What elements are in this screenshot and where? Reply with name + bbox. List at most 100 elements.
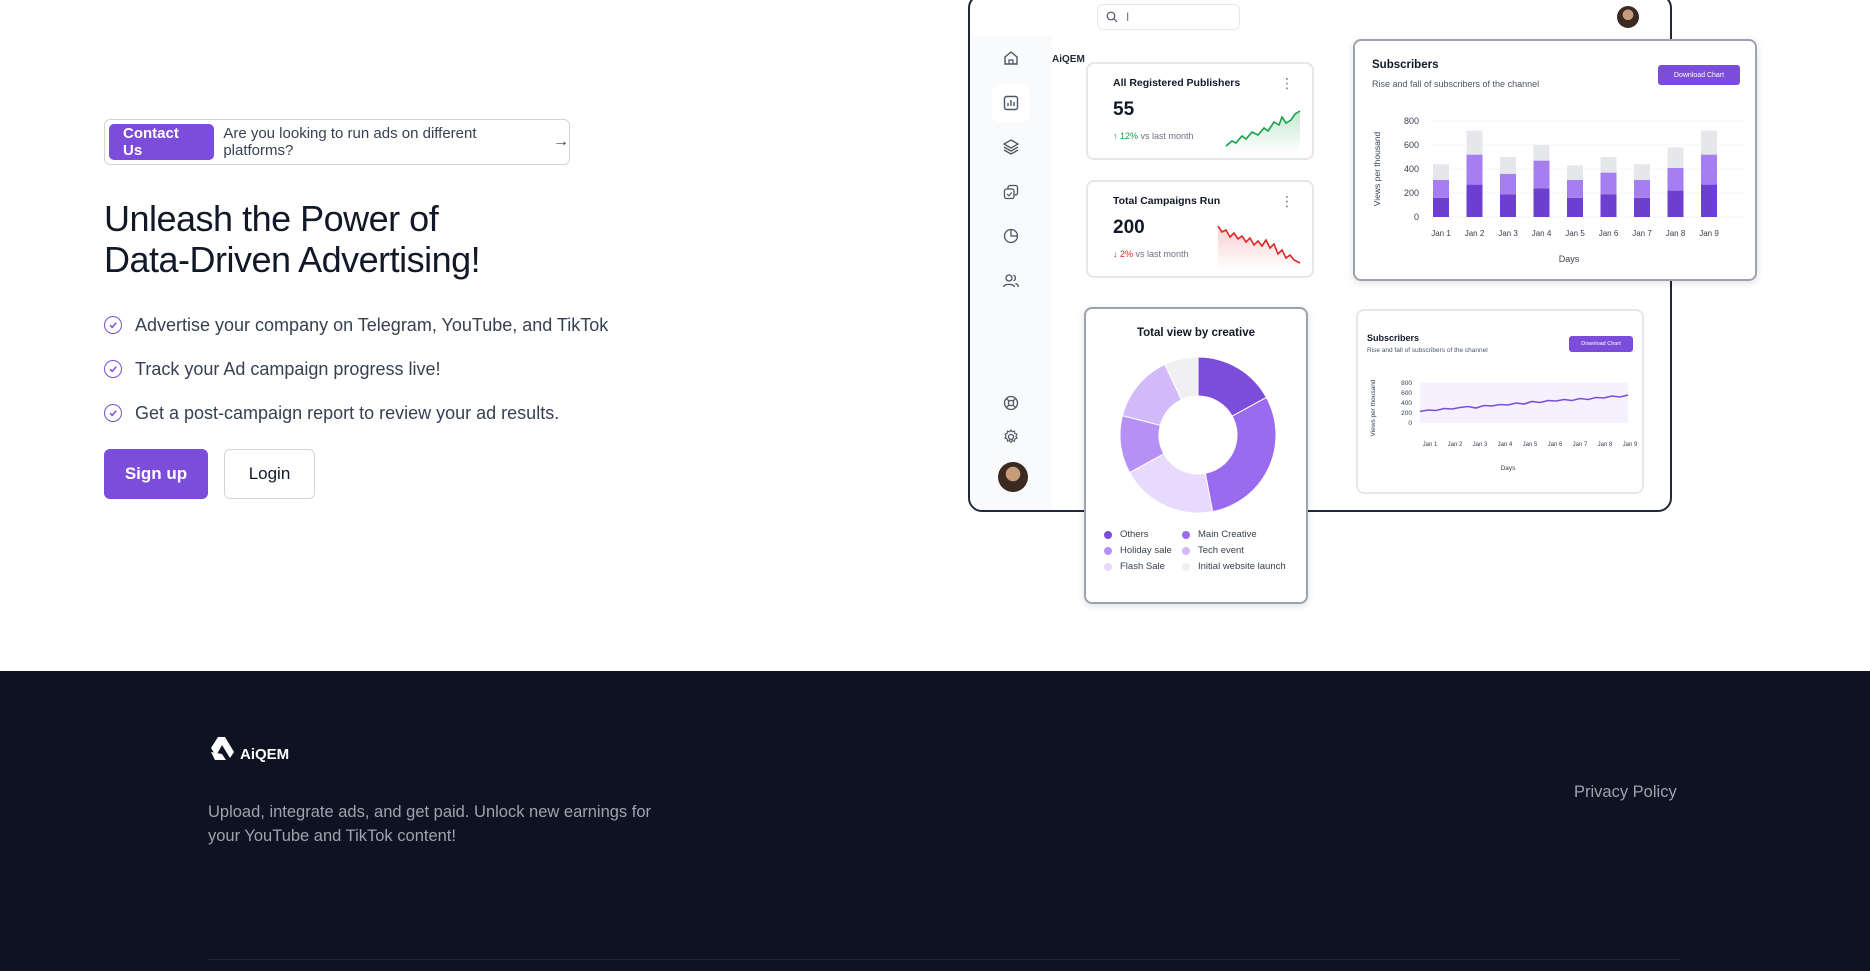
bar-segment (1500, 157, 1516, 174)
bar-segment (1500, 173, 1516, 195)
y-tick-label: 0 (1414, 212, 1419, 222)
legend-item: Others (1104, 529, 1182, 540)
bar-segment (1600, 172, 1617, 195)
y-tick-label: 200 (1401, 410, 1412, 417)
bar-segment (1701, 154, 1717, 185)
login-button[interactable]: Login (224, 449, 315, 499)
y-tick-label: 200 (1404, 188, 1419, 198)
x-axis-label: Days (1501, 465, 1517, 472)
pie-chart-icon (992, 217, 1030, 255)
legend-item: Holiday sale (1104, 545, 1182, 556)
x-tick-label: Jan 5 (1523, 442, 1538, 448)
legend-item: Initial website launch (1182, 561, 1292, 572)
y-tick-label: 600 (1401, 390, 1412, 397)
publishers-sparkline (1225, 110, 1301, 154)
creative-donut-chart (1119, 356, 1277, 514)
publishers-value: 55 (1113, 99, 1135, 120)
subscribers-line-card: Subscribers Rise and fall of subscribers… (1356, 309, 1644, 494)
pie-legend: Others Main Creative Holiday sale Tech even… (1104, 529, 1292, 572)
bar-segment (1533, 188, 1550, 217)
bar-segment (1567, 179, 1583, 198)
bar-segment (1533, 160, 1550, 189)
bar-segment (1600, 157, 1617, 173)
legend-swatch (1182, 530, 1190, 539)
x-tick-label: Jan 2 (1465, 229, 1485, 238)
legend-label: Main Creative (1198, 529, 1257, 540)
subscribers-line-title: Subscribers (1367, 333, 1420, 343)
legend-label: Others (1120, 529, 1149, 540)
x-tick-label: Jan 4 (1498, 442, 1513, 448)
bar-segment (1667, 147, 1684, 168)
more-vertical-icon: ⋮ (1280, 75, 1294, 91)
x-tick-label: Jan 9 (1623, 442, 1638, 448)
dashboard-logo: AiQEM (1052, 54, 1085, 65)
x-tick-label: Jan 8 (1598, 442, 1613, 448)
y-tick-label: 600 (1404, 140, 1419, 150)
publishers-delta: ↑ 12% vs last month (1113, 131, 1194, 141)
footer-divider (208, 959, 1680, 960)
x-tick-label: Jan 8 (1666, 229, 1686, 238)
legend-swatch (1182, 562, 1190, 571)
download-chart-button[interactable]: Download Chart (1658, 65, 1740, 85)
x-tick-label: Jan 3 (1498, 229, 1518, 238)
y-tick-label: 800 (1401, 380, 1412, 387)
bar-segment (1433, 197, 1449, 217)
feature-item: Track your Ad campaign progress live! (104, 347, 608, 391)
bar-segment (1567, 165, 1583, 180)
campaigns-sparkline (1217, 225, 1301, 270)
bar-segment (1600, 194, 1617, 217)
contact-banner-text: Are you looking to run ads on different … (223, 125, 477, 159)
bar-segment (1667, 167, 1684, 191)
x-tick-label: Jan 4 (1532, 229, 1552, 238)
bar-segment (1634, 197, 1650, 217)
publishers-stat-card: All Registered Publishers ⋮ 55 ↑ 12% vs … (1086, 62, 1314, 160)
contact-banner[interactable]: Contact Us Are you looking to run ads on… (104, 119, 570, 165)
search-icon (1106, 11, 1118, 23)
publishers-delta-note: vs last month (1140, 131, 1194, 141)
signup-button[interactable]: Sign up (104, 449, 208, 499)
legend-item: Flash Sale (1104, 561, 1182, 572)
campaigns-delta-note: vs last month (1135, 249, 1189, 259)
subscribers-bar-card: Subscribers Rise and fall of subscribers… (1353, 39, 1757, 281)
y-axis-label: Views per thousand (1370, 379, 1377, 436)
bar-segment (1500, 194, 1516, 217)
check-circle-icon (104, 360, 122, 378)
footer-logo-text: AiQEM (240, 746, 290, 763)
footer-logo[interactable]: AiQEM (208, 734, 289, 764)
x-tick-label: Jan 6 (1599, 229, 1619, 238)
settings-gear-icon (992, 418, 1030, 456)
arrow-right-icon: → (553, 133, 569, 150)
headline-line-1: Unleash the Power of (104, 198, 439, 239)
hero-section: Contact Us Are you looking to run ads on… (0, 0, 1870, 671)
contact-us-button[interactable]: Contact Us (109, 124, 215, 160)
arrow-up-icon: ↑ (1113, 131, 1118, 141)
help-lifebuoy-icon (992, 384, 1030, 422)
line-chart-band (1420, 383, 1628, 423)
legend-label: Flash Sale (1120, 561, 1165, 572)
feature-text: Get a post-campaign report to review you… (135, 402, 560, 423)
legend-swatch (1104, 562, 1112, 571)
legend-item: Tech event (1182, 545, 1292, 556)
more-vertical-icon: ⋮ (1280, 193, 1294, 209)
feature-text: Advertise your company on Telegram, YouT… (135, 314, 609, 335)
bar-segment (1466, 154, 1483, 185)
footer-tagline: Upload, integrate ads, and get paid. Unl… (208, 803, 652, 845)
bar-segment (1433, 164, 1449, 180)
feature-item: Get a post-campaign report to review you… (104, 391, 608, 435)
legend-swatch (1104, 530, 1112, 539)
users-icon (992, 262, 1030, 300)
headline-line-2: Data-Driven Advertising! (104, 239, 481, 280)
privacy-policy-link[interactable]: Privacy Policy (1574, 783, 1677, 802)
creative-pie-card: Total view by creative Others Main Creati… (1084, 307, 1308, 604)
check-circle-icon (104, 316, 122, 334)
campaigns-value: 200 (1113, 217, 1145, 238)
bar-segment (1701, 130, 1717, 155)
campaigns-stat-card: Total Campaigns Run ⋮ 200 ↓ 2% vs last m… (1086, 180, 1314, 278)
x-tick-label: Jan 3 (1473, 442, 1488, 448)
arrow-down-icon: ↓ (1113, 249, 1118, 259)
site-footer: AiQEM Upload, integrate ads, and get pai… (0, 671, 1870, 971)
legend-swatch (1182, 546, 1190, 555)
bar-segment (1634, 179, 1650, 198)
subscribers-line-chart: 800 600 400 200 0 Jan 1 Jan 2 Jan 3 Jan 4 Jan 5 Ja… (1370, 379, 1638, 472)
x-tick-label: Jan 7 (1632, 229, 1652, 238)
